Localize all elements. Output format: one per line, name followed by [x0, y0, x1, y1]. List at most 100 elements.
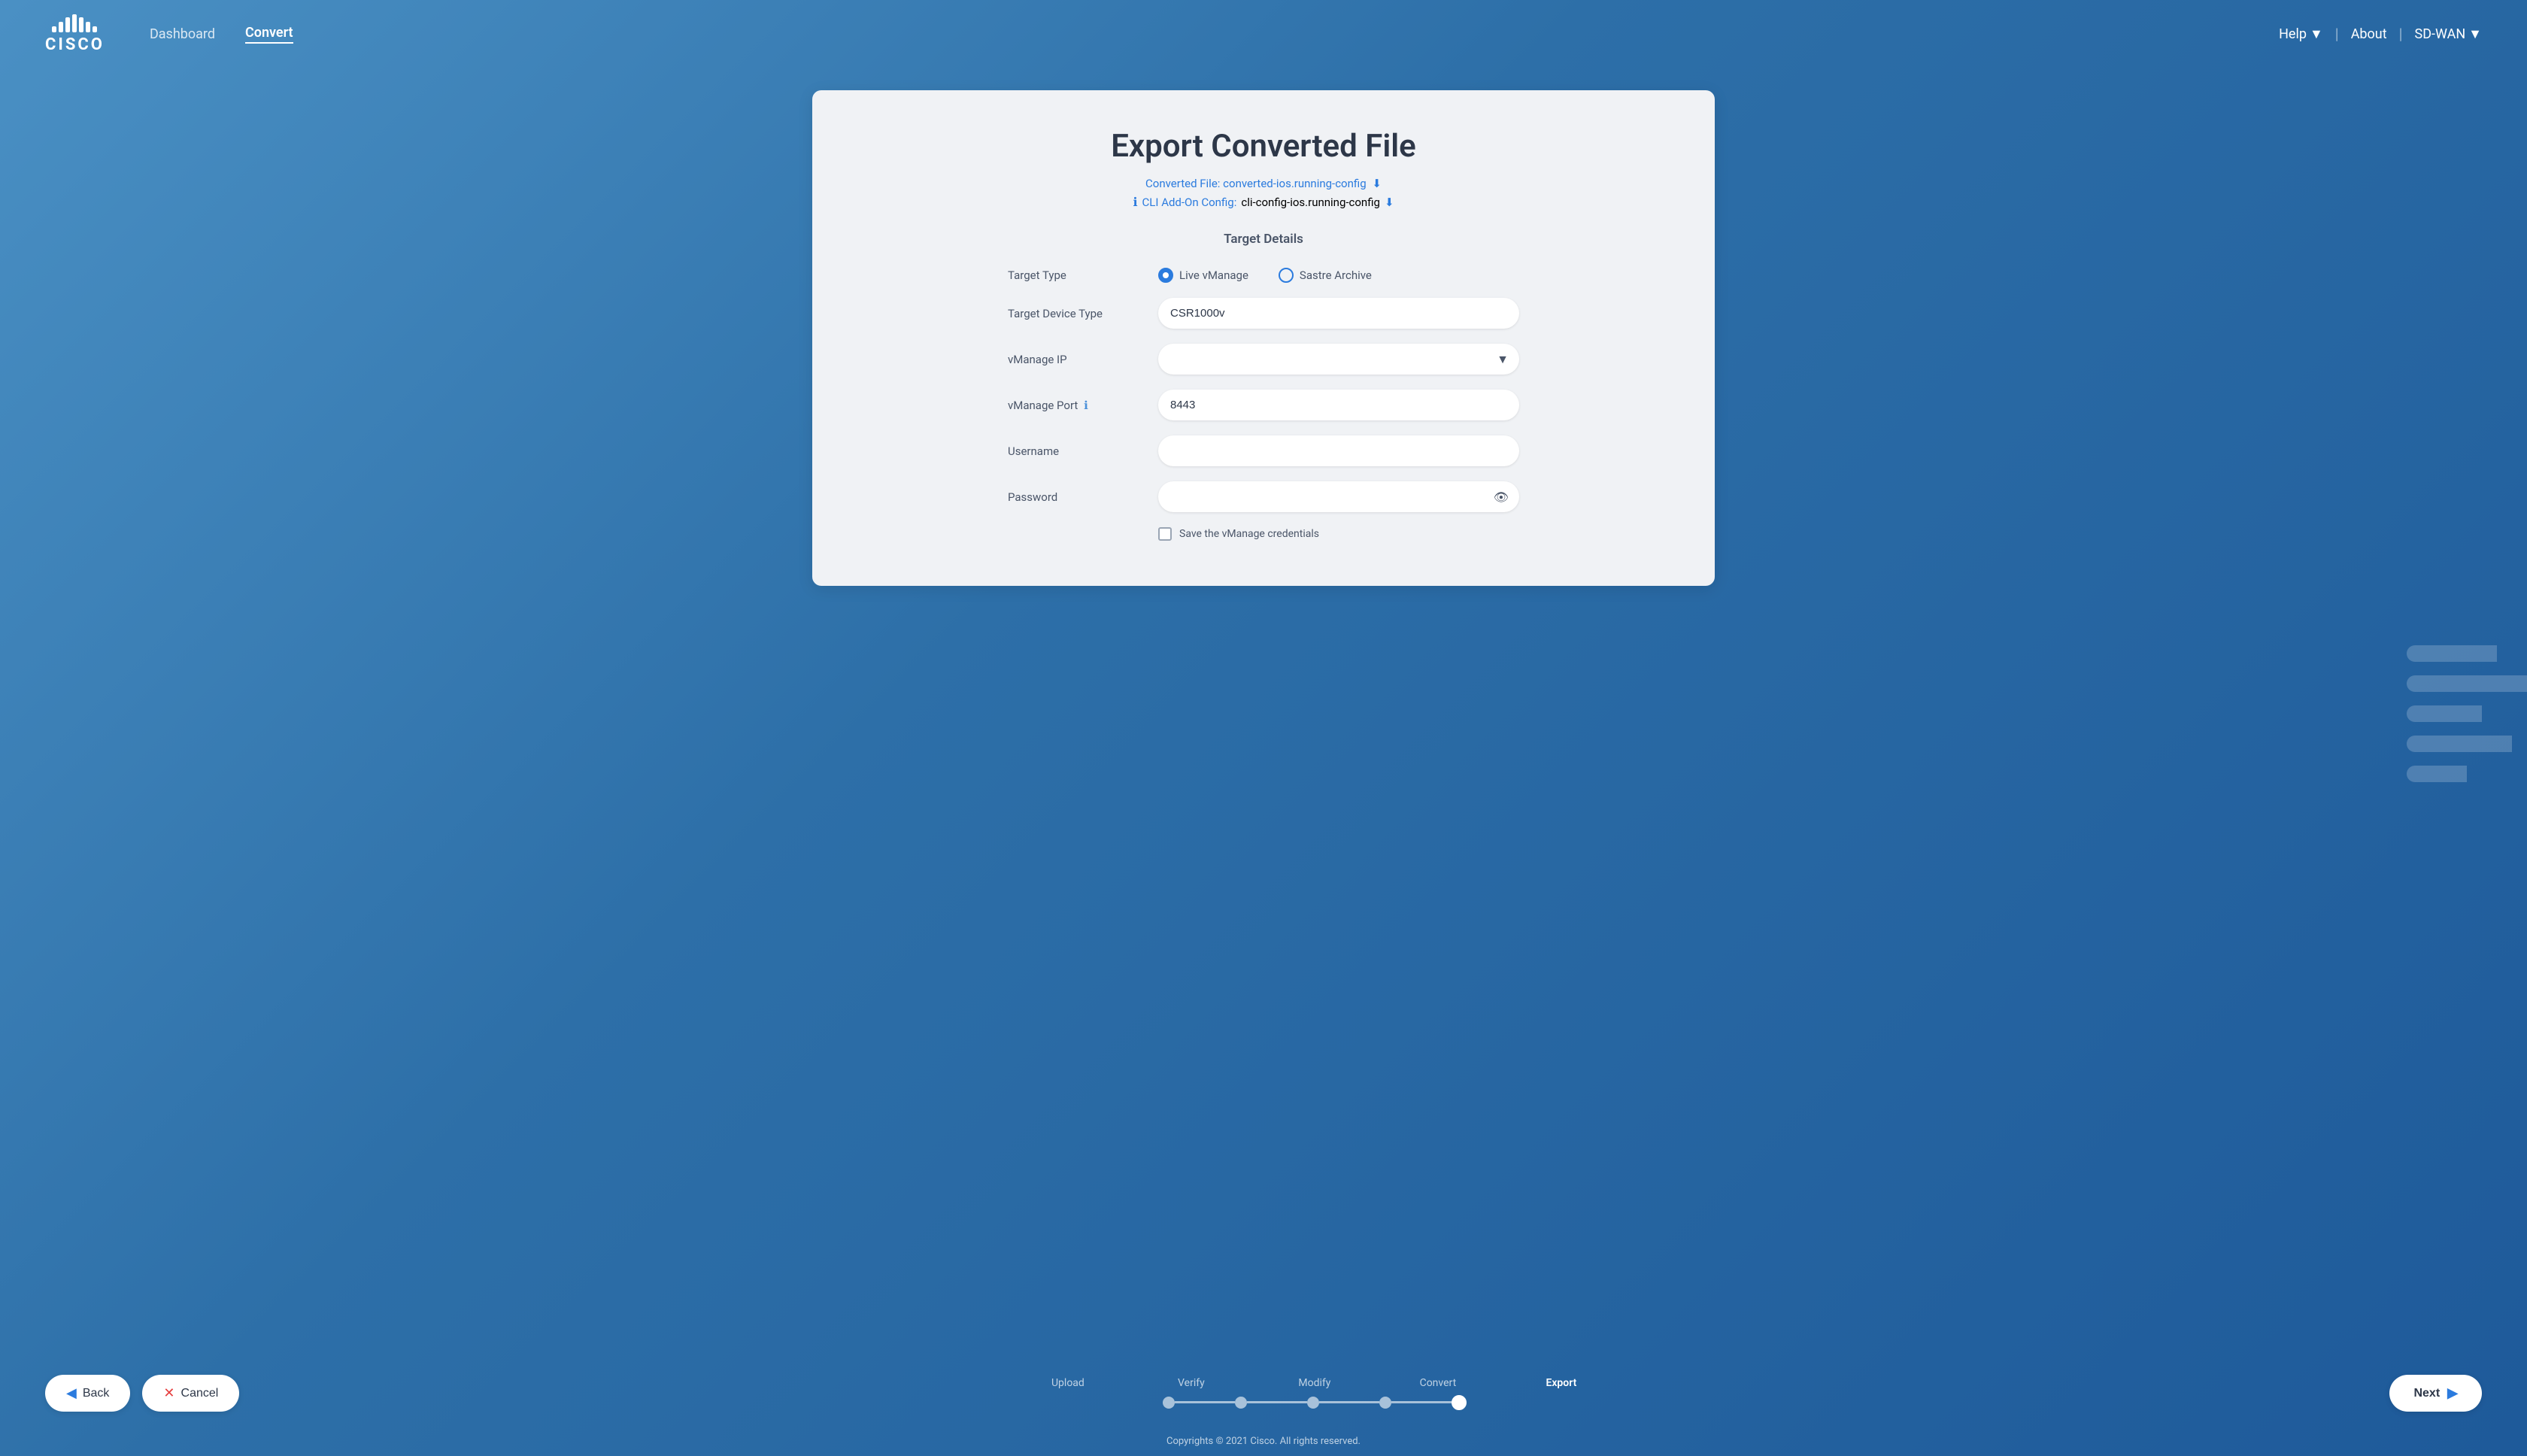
cancel-button[interactable]: ✕ Cancel	[142, 1375, 239, 1412]
converted-file-info: Converted File: converted-ios.running-co…	[872, 177, 1655, 190]
nav-divider-2: |	[2399, 25, 2403, 43]
username-control	[1158, 435, 1519, 466]
vmanage-port-label: vManage Port ℹ	[1008, 399, 1158, 412]
side-bar-5	[2407, 766, 2467, 782]
main-content: Export Converted File Converted File: co…	[0, 68, 2527, 1360]
cli-addon-filename: cli-config-ios.running-config	[1241, 196, 1380, 209]
vmanage-ip-label: vManage IP	[1008, 353, 1158, 366]
back-icon: ◀	[66, 1385, 77, 1401]
footer-text: Copyrights © 2021 Cisco. All rights rese…	[1166, 1436, 1361, 1447]
vmanage-port-row: vManage Port ℹ	[1008, 390, 1519, 420]
export-card: Export Converted File Converted File: co…	[812, 90, 1715, 586]
back-button[interactable]: ◀ Back	[45, 1375, 130, 1412]
side-bar-3	[2407, 705, 2482, 722]
step-label-upload: Upload	[1030, 1377, 1106, 1389]
steps-container: Upload Verify Modify Convert Export	[1030, 1377, 1599, 1410]
back-label: Back	[83, 1387, 110, 1400]
cli-addon-label: CLI Add-On Config:	[1142, 196, 1237, 209]
save-credentials-checkbox[interactable]	[1158, 527, 1172, 541]
bottom-bar: ◀ Back ✕ Cancel Upload Verify Modify Con…	[0, 1360, 2527, 1427]
vmanage-ip-row: vManage IP ▼	[1008, 344, 1519, 375]
vmanage-ip-control: ▼	[1158, 344, 1519, 375]
cancel-icon: ✕	[163, 1385, 174, 1401]
target-device-type-label: Target Device Type	[1008, 307, 1158, 320]
radio-live-vmanage[interactable]: Live vManage	[1158, 268, 1248, 283]
cancel-label: Cancel	[181, 1387, 219, 1400]
logo-text: CISCO	[45, 35, 105, 54]
side-bars	[2407, 645, 2527, 782]
save-credentials-row: Save the vManage credentials	[1158, 527, 1519, 541]
nav-dashboard[interactable]: Dashboard	[150, 26, 215, 42]
footer: Copyrights © 2021 Cisco. All rights rese…	[0, 1427, 2527, 1456]
password-input[interactable]	[1158, 481, 1519, 512]
vmanage-port-input[interactable]	[1158, 390, 1519, 420]
nav-divider-1: |	[2335, 25, 2339, 43]
side-bar-2	[2407, 675, 2527, 692]
nav-links: Dashboard Convert	[150, 25, 293, 44]
vmanage-port-control	[1158, 390, 1519, 420]
step-dot-modify	[1307, 1397, 1319, 1409]
password-row: Password 👁	[1008, 481, 1519, 512]
step-line-4	[1391, 1401, 1452, 1403]
sdwan-menu[interactable]: SD-WAN ▼	[2415, 26, 2482, 42]
password-toggle-eye-icon[interactable]: 👁	[1494, 490, 1509, 504]
step-label-verify: Verify	[1154, 1377, 1229, 1389]
converted-file-label: Converted File: converted-ios.running-co…	[1145, 177, 1369, 190]
sdwan-chevron-icon: ▼	[2468, 26, 2482, 42]
side-bar-4	[2407, 736, 2512, 752]
progress-area: Upload Verify Modify Convert Export	[239, 1377, 2389, 1410]
step-label-convert: Convert	[1400, 1377, 1476, 1389]
step-label-export: Export	[1524, 1377, 1599, 1389]
info-icon: ℹ	[1133, 195, 1137, 209]
logo-bar-3	[65, 17, 70, 32]
radio-sastre-archive-circle	[1279, 268, 1294, 283]
form-section: Target Type Live vManage Sastre Archive …	[1008, 268, 1519, 541]
steps-labels: Upload Verify Modify Convert Export	[1030, 1377, 1599, 1389]
cli-addon-download-icon[interactable]: ⬇	[1385, 196, 1394, 209]
step-dot-convert	[1379, 1397, 1391, 1409]
side-bar-1	[2407, 645, 2497, 662]
password-wrapper: 👁	[1158, 481, 1519, 512]
cli-addon-info: ℹ CLI Add-On Config: cli-config-ios.runn…	[872, 195, 1655, 209]
target-type-row: Target Type Live vManage Sastre Archive	[1008, 268, 1519, 283]
about-link[interactable]: About	[2351, 26, 2387, 42]
converted-file-download-icon[interactable]: ⬇	[1372, 177, 1382, 190]
help-label: Help	[2279, 26, 2307, 42]
save-credentials-label[interactable]: Save the vManage credentials	[1179, 528, 1319, 540]
help-chevron-icon: ▼	[2310, 26, 2323, 42]
section-title: Target Details	[872, 232, 1655, 247]
username-row: Username	[1008, 435, 1519, 466]
logo: CISCO	[45, 14, 105, 54]
page-title: Export Converted File	[872, 128, 1655, 165]
vmanage-ip-wrapper: ▼	[1158, 344, 1519, 375]
nav-convert[interactable]: Convert	[245, 25, 293, 44]
sdwan-label: SD-WAN	[2415, 26, 2466, 42]
radio-live-vmanage-circle	[1158, 268, 1173, 283]
step-line-2	[1247, 1401, 1307, 1403]
logo-bar-7	[93, 26, 97, 32]
target-device-type-control	[1158, 298, 1519, 329]
radio-sastre-archive-label: Sastre Archive	[1300, 268, 1372, 282]
vmanage-ip-input[interactable]	[1158, 344, 1519, 375]
step-label-modify: Modify	[1277, 1377, 1352, 1389]
next-button[interactable]: Next ▶	[2389, 1375, 2482, 1412]
radio-live-vmanage-label: Live vManage	[1179, 268, 1248, 282]
password-label: Password	[1008, 490, 1158, 504]
logo-bar-2	[59, 22, 63, 32]
target-device-type-input[interactable]	[1158, 298, 1519, 329]
step-dot-upload	[1163, 1397, 1175, 1409]
logo-bar-4	[72, 14, 77, 32]
username-label: Username	[1008, 444, 1158, 458]
radio-sastre-archive[interactable]: Sastre Archive	[1279, 268, 1372, 283]
next-icon: ▶	[2447, 1385, 2458, 1401]
password-control: 👁	[1158, 481, 1519, 512]
logo-bar-1	[52, 26, 56, 32]
logo-bars	[52, 14, 97, 32]
step-line-3	[1319, 1401, 1379, 1403]
navbar: CISCO Dashboard Convert Help ▼ | About |…	[0, 0, 2527, 68]
step-dot-verify	[1235, 1397, 1247, 1409]
next-label: Next	[2413, 1387, 2440, 1400]
username-input[interactable]	[1158, 435, 1519, 466]
help-menu[interactable]: Help ▼	[2279, 26, 2323, 42]
target-device-type-row: Target Device Type	[1008, 298, 1519, 329]
